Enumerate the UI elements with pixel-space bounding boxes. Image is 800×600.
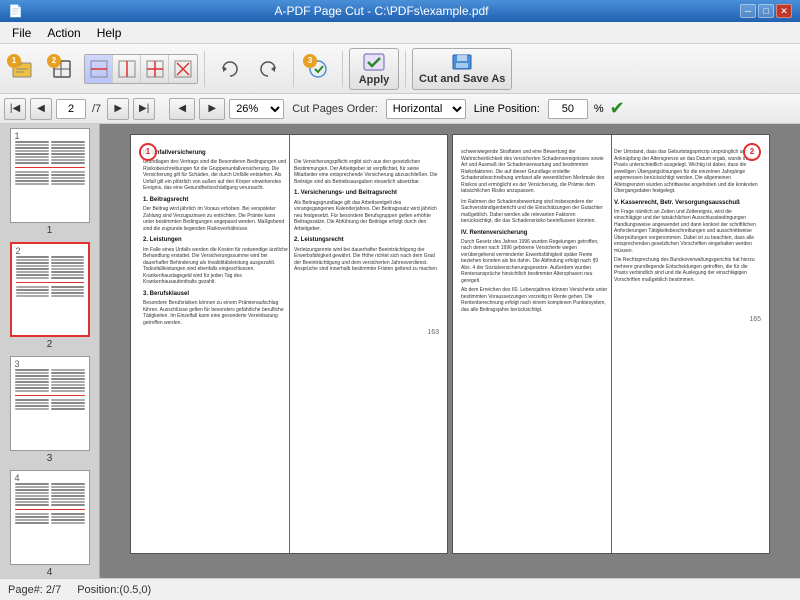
content-area[interactable]: 1 III. Unfallversicherung Grundlagen des… [100,124,800,578]
process-button[interactable]: 3 [300,51,336,87]
zoom-in-button[interactable]: ▶ [199,98,225,120]
page-marker-2: 2 [743,143,761,161]
thumb-label-4: 4 [47,567,53,578]
page-number-left: 163 [143,326,439,338]
thumb-label-2: 2 [47,339,53,350]
thumb-page-2[interactable]: 2 [4,242,95,350]
grid-button[interactable]: 2 [44,51,80,87]
open-file-button[interactable]: 1 [4,51,40,87]
page-input[interactable]: 2 [56,99,86,119]
page-col-right-1: schwerwiegende Straftaten und eine Bewer… [461,149,608,313]
thumb-page-3[interactable]: 3 [4,356,95,464]
separator-2 [293,51,294,87]
apply-button[interactable]: Apply [349,48,399,90]
cut-line-right [611,135,612,553]
page-info: Page#: 2/7 [8,584,61,596]
badge-2: 2 [47,54,61,68]
confirm-button[interactable]: ✔ [610,98,625,119]
title-bar-text: A-PDF Page Cut - C:\PDFs\example.pdf [274,4,488,18]
title-bar-icon: 📄 [8,4,23,18]
minimize-button[interactable]: ─ [740,4,756,18]
page-spread: 1 III. Unfallversicherung Grundlagen des… [130,134,770,554]
cut-v-button[interactable] [113,55,141,83]
cut-h-button[interactable] [85,55,113,83]
close-button[interactable]: ✕ [776,4,792,18]
title-bar-buttons: ─ □ ✕ [740,4,792,18]
percent-label: % [592,103,606,115]
page-total: /7 [90,103,103,115]
thumb-page-4[interactable]: 4 [4,470,95,578]
save-button[interactable]: Cut and Save As [412,48,512,90]
save-label: Cut and Save As [419,73,505,85]
redo-button[interactable] [251,51,287,87]
toolbar: 1 2 [0,44,800,94]
sidebar: 1 [0,124,100,578]
separator-4 [405,51,406,87]
separator-1 [204,51,205,87]
cut-hv-button[interactable] [141,55,169,83]
status-bar: Page#: 2/7 Position:(0.5,0) [0,578,800,600]
page-col-right-2: Der Umstand, dass das Geburtstagsprinzip… [614,149,761,313]
page-cols-left: Grundlagen des Vertrags sind die Besonde… [143,159,439,326]
nav-bar: |◀ ◀ 2 /7 ▶ ▶| ◀ ▶ 26% 50% 75% 100% Cut … [0,94,800,124]
cut-pages-order-select[interactable]: Horizontal Vertical [386,99,466,119]
cut-delete-button[interactable] [169,55,197,83]
zoom-out-button[interactable]: ◀ [169,98,195,120]
title-bar: 📄 A-PDF Page Cut - C:\PDFs\example.pdf ─… [0,0,800,22]
section-title-left: III. Unfallversicherung [143,149,439,157]
thumb-label-1: 1 [47,225,53,236]
page-left[interactable]: 1 III. Unfallversicherung Grundlagen des… [130,134,448,554]
zoom-select[interactable]: 26% 50% 75% 100% [229,99,284,119]
apply-label: Apply [359,74,390,86]
line-position-input[interactable] [548,99,588,119]
undo-button[interactable] [211,51,247,87]
menu-file[interactable]: File [4,24,39,42]
separator-3 [342,51,343,87]
thumb-label-3: 3 [47,453,53,464]
badge-3: 3 [303,54,317,68]
menu-help[interactable]: Help [89,24,130,42]
cut-line-left [289,135,290,553]
first-page-button[interactable]: |◀ [4,98,26,120]
page-col-left-2: Die Versicherungspflicht ergibt sich aus… [294,159,439,326]
last-page-button[interactable]: ▶| [133,98,155,120]
next-page-button[interactable]: ▶ [107,98,129,120]
page-marker-1: 1 [139,143,157,161]
menu-bar: File Action Help [0,22,800,44]
menu-action[interactable]: Action [39,24,88,42]
cut-icons-group [84,54,198,84]
page-right[interactable]: 2 schwerwiegende Straftaten und eine Bew… [452,134,770,554]
badge-1: 1 [7,54,21,68]
prev-page-button[interactable]: ◀ [30,98,52,120]
main-area: 1 [0,124,800,578]
position-info: Position:(0.5,0) [77,584,151,596]
page-col-left-1: Grundlagen des Vertrags sind die Besonde… [143,159,288,326]
maximize-button[interactable]: □ [758,4,774,18]
line-position-label: Line Position: [470,103,544,115]
thumb-page-1[interactable]: 1 [4,128,95,236]
cut-pages-order-label: Cut Pages Order: [288,103,382,115]
